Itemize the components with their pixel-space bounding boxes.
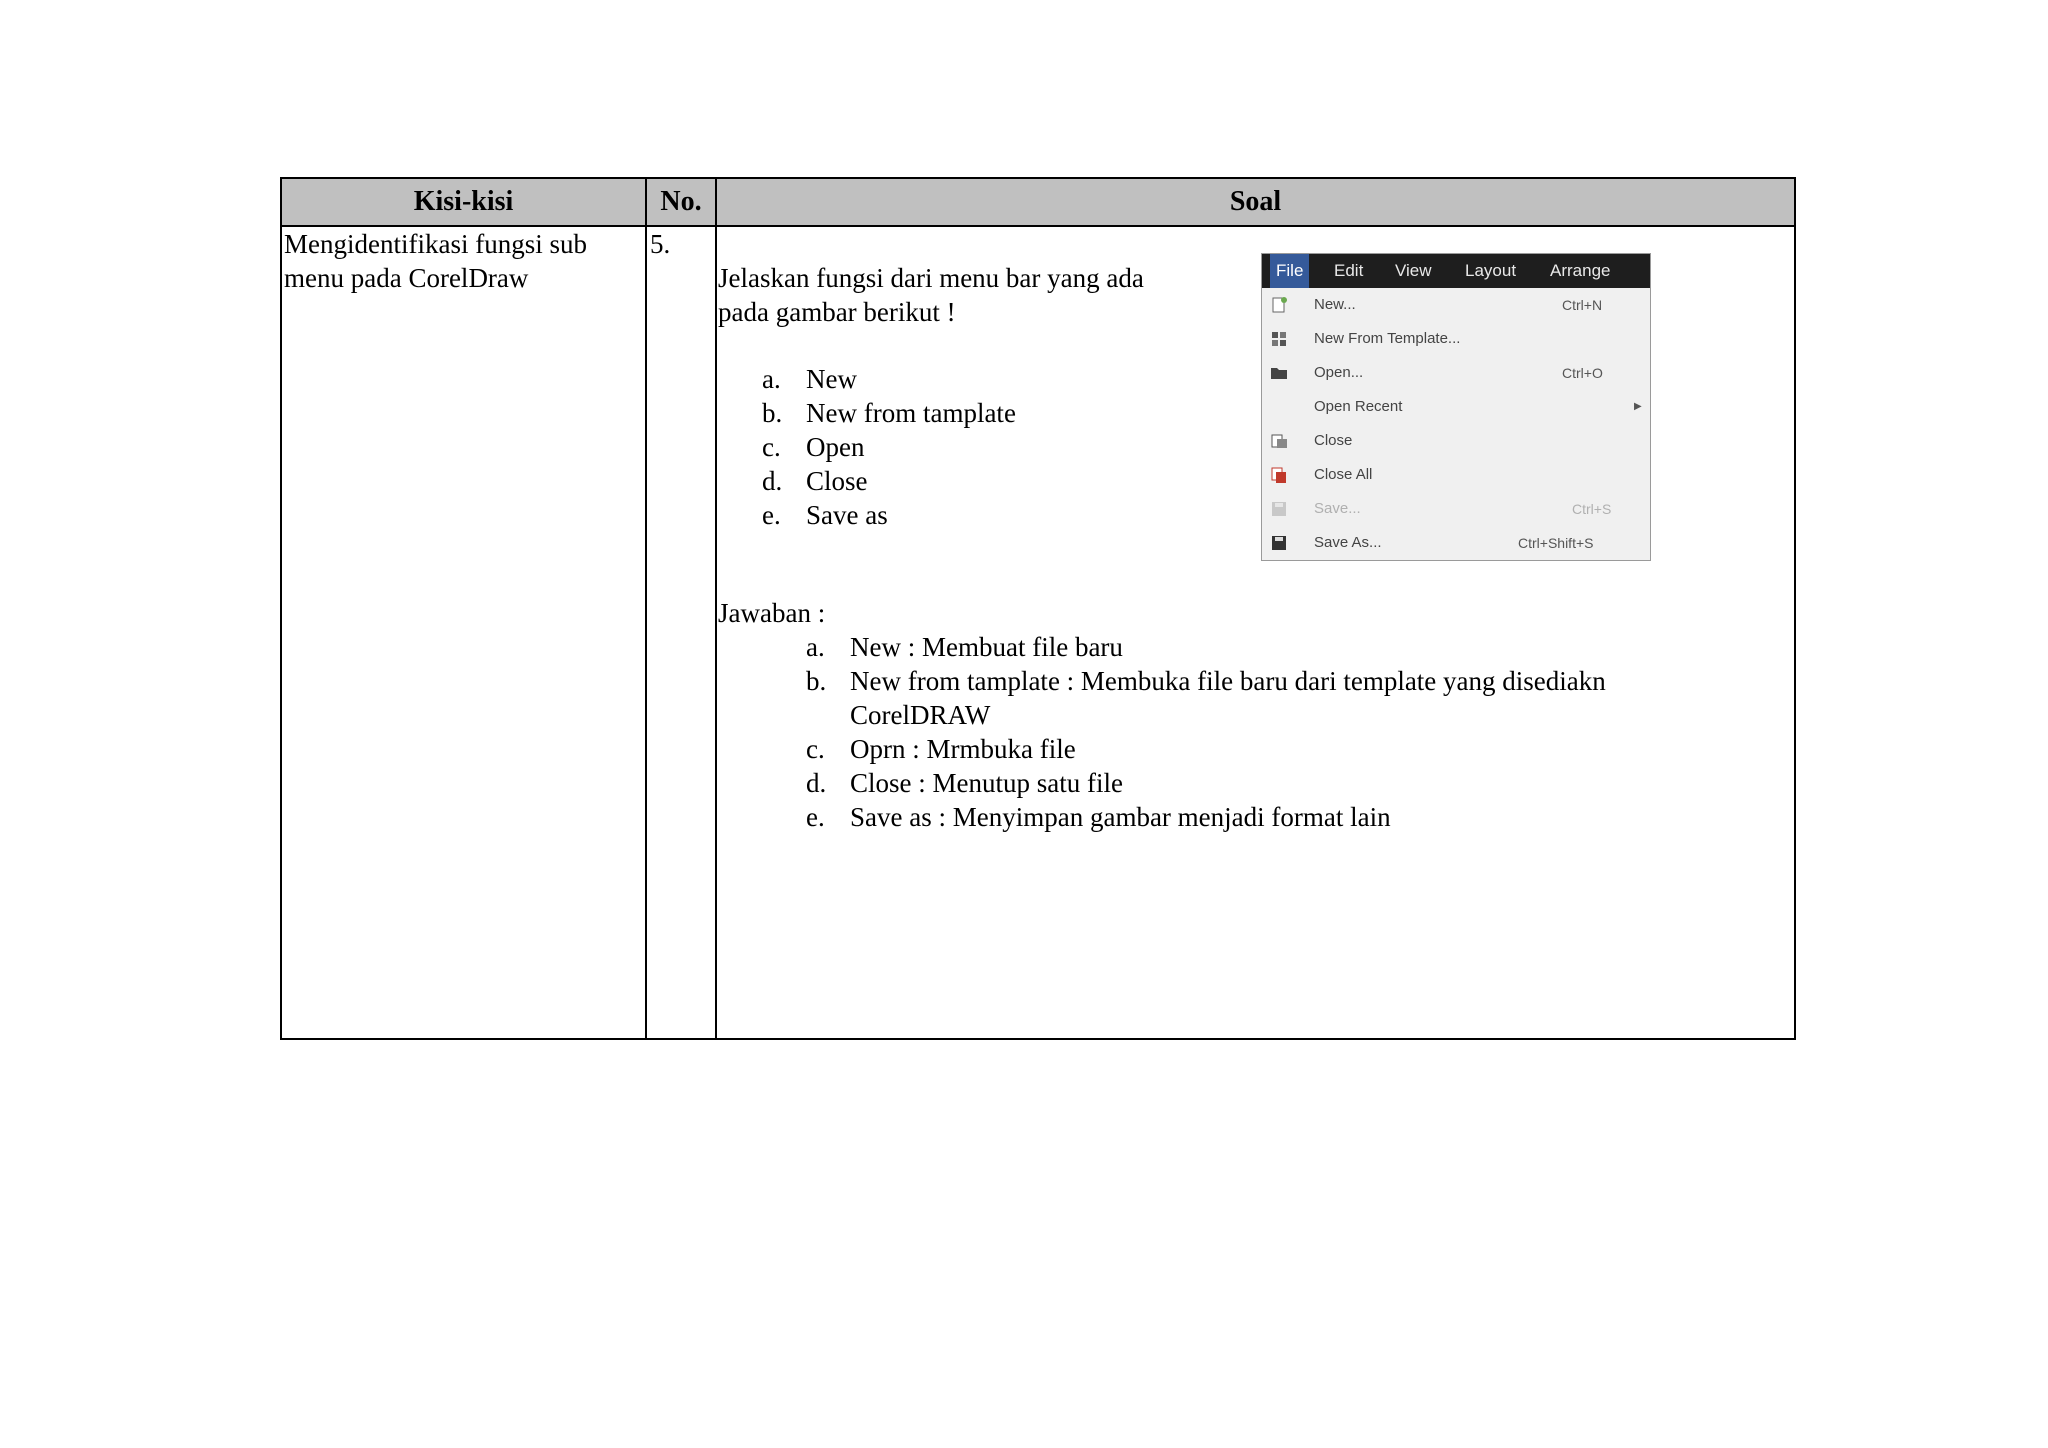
menu-item-open: Open... Ctrl+O xyxy=(1262,356,1650,390)
column-divider xyxy=(645,179,647,1038)
submenu-arrow-icon: ▶ xyxy=(1634,401,1642,412)
menubar-view: View xyxy=(1395,261,1432,280)
menu-item-new-from-template: New From Template... xyxy=(1262,322,1650,356)
menu-item-open-recent: Open Recent ▶ xyxy=(1262,390,1650,424)
template-icon xyxy=(1272,332,1286,346)
question-number: 5. xyxy=(650,229,671,259)
question-text-line1: Jelaskan fungsi dari menu bar yang ada xyxy=(718,263,1144,293)
menu-item-close-all: Close All xyxy=(1262,458,1650,492)
menu-item-save-as: Save As... Ctrl+Shift+S xyxy=(1262,526,1650,560)
close-all-icon xyxy=(1271,467,1286,483)
save-icon xyxy=(1272,502,1286,516)
menu-item-new: New... Ctrl+N xyxy=(1262,288,1650,322)
question-text-line2: pada gambar berikut ! xyxy=(718,297,956,327)
menubar-edit: Edit xyxy=(1334,261,1364,280)
header-no: No. xyxy=(660,186,702,217)
kisi-kisi-text-line1: Mengidentifikasi fungsi sub xyxy=(284,229,587,259)
header-soal: Soal xyxy=(1229,186,1282,217)
save-as-icon xyxy=(1272,536,1286,550)
column-divider xyxy=(715,179,717,1038)
menubar-layout: Layout xyxy=(1465,261,1517,280)
menu-item-close: Close xyxy=(1262,424,1650,458)
menubar-arrange: Arrange xyxy=(1550,261,1611,280)
folder-open-icon xyxy=(1271,368,1287,379)
file-menu-screenshot: File Edit View Layout Arrange New... Ctr… xyxy=(1261,253,1651,561)
answer-label: Jawaban : xyxy=(718,598,826,628)
menubar-file: File xyxy=(1270,254,1310,288)
kisi-kisi-text-line2: menu pada CorelDraw xyxy=(284,263,529,293)
new-document-icon xyxy=(1272,297,1287,313)
header-kisi-kisi: Kisi-kisi xyxy=(413,186,514,217)
menu-item-save: Save... Ctrl+S xyxy=(1262,492,1650,526)
menubar: File Edit View Layout Arrange xyxy=(1262,254,1650,288)
close-document-icon xyxy=(1271,434,1287,448)
